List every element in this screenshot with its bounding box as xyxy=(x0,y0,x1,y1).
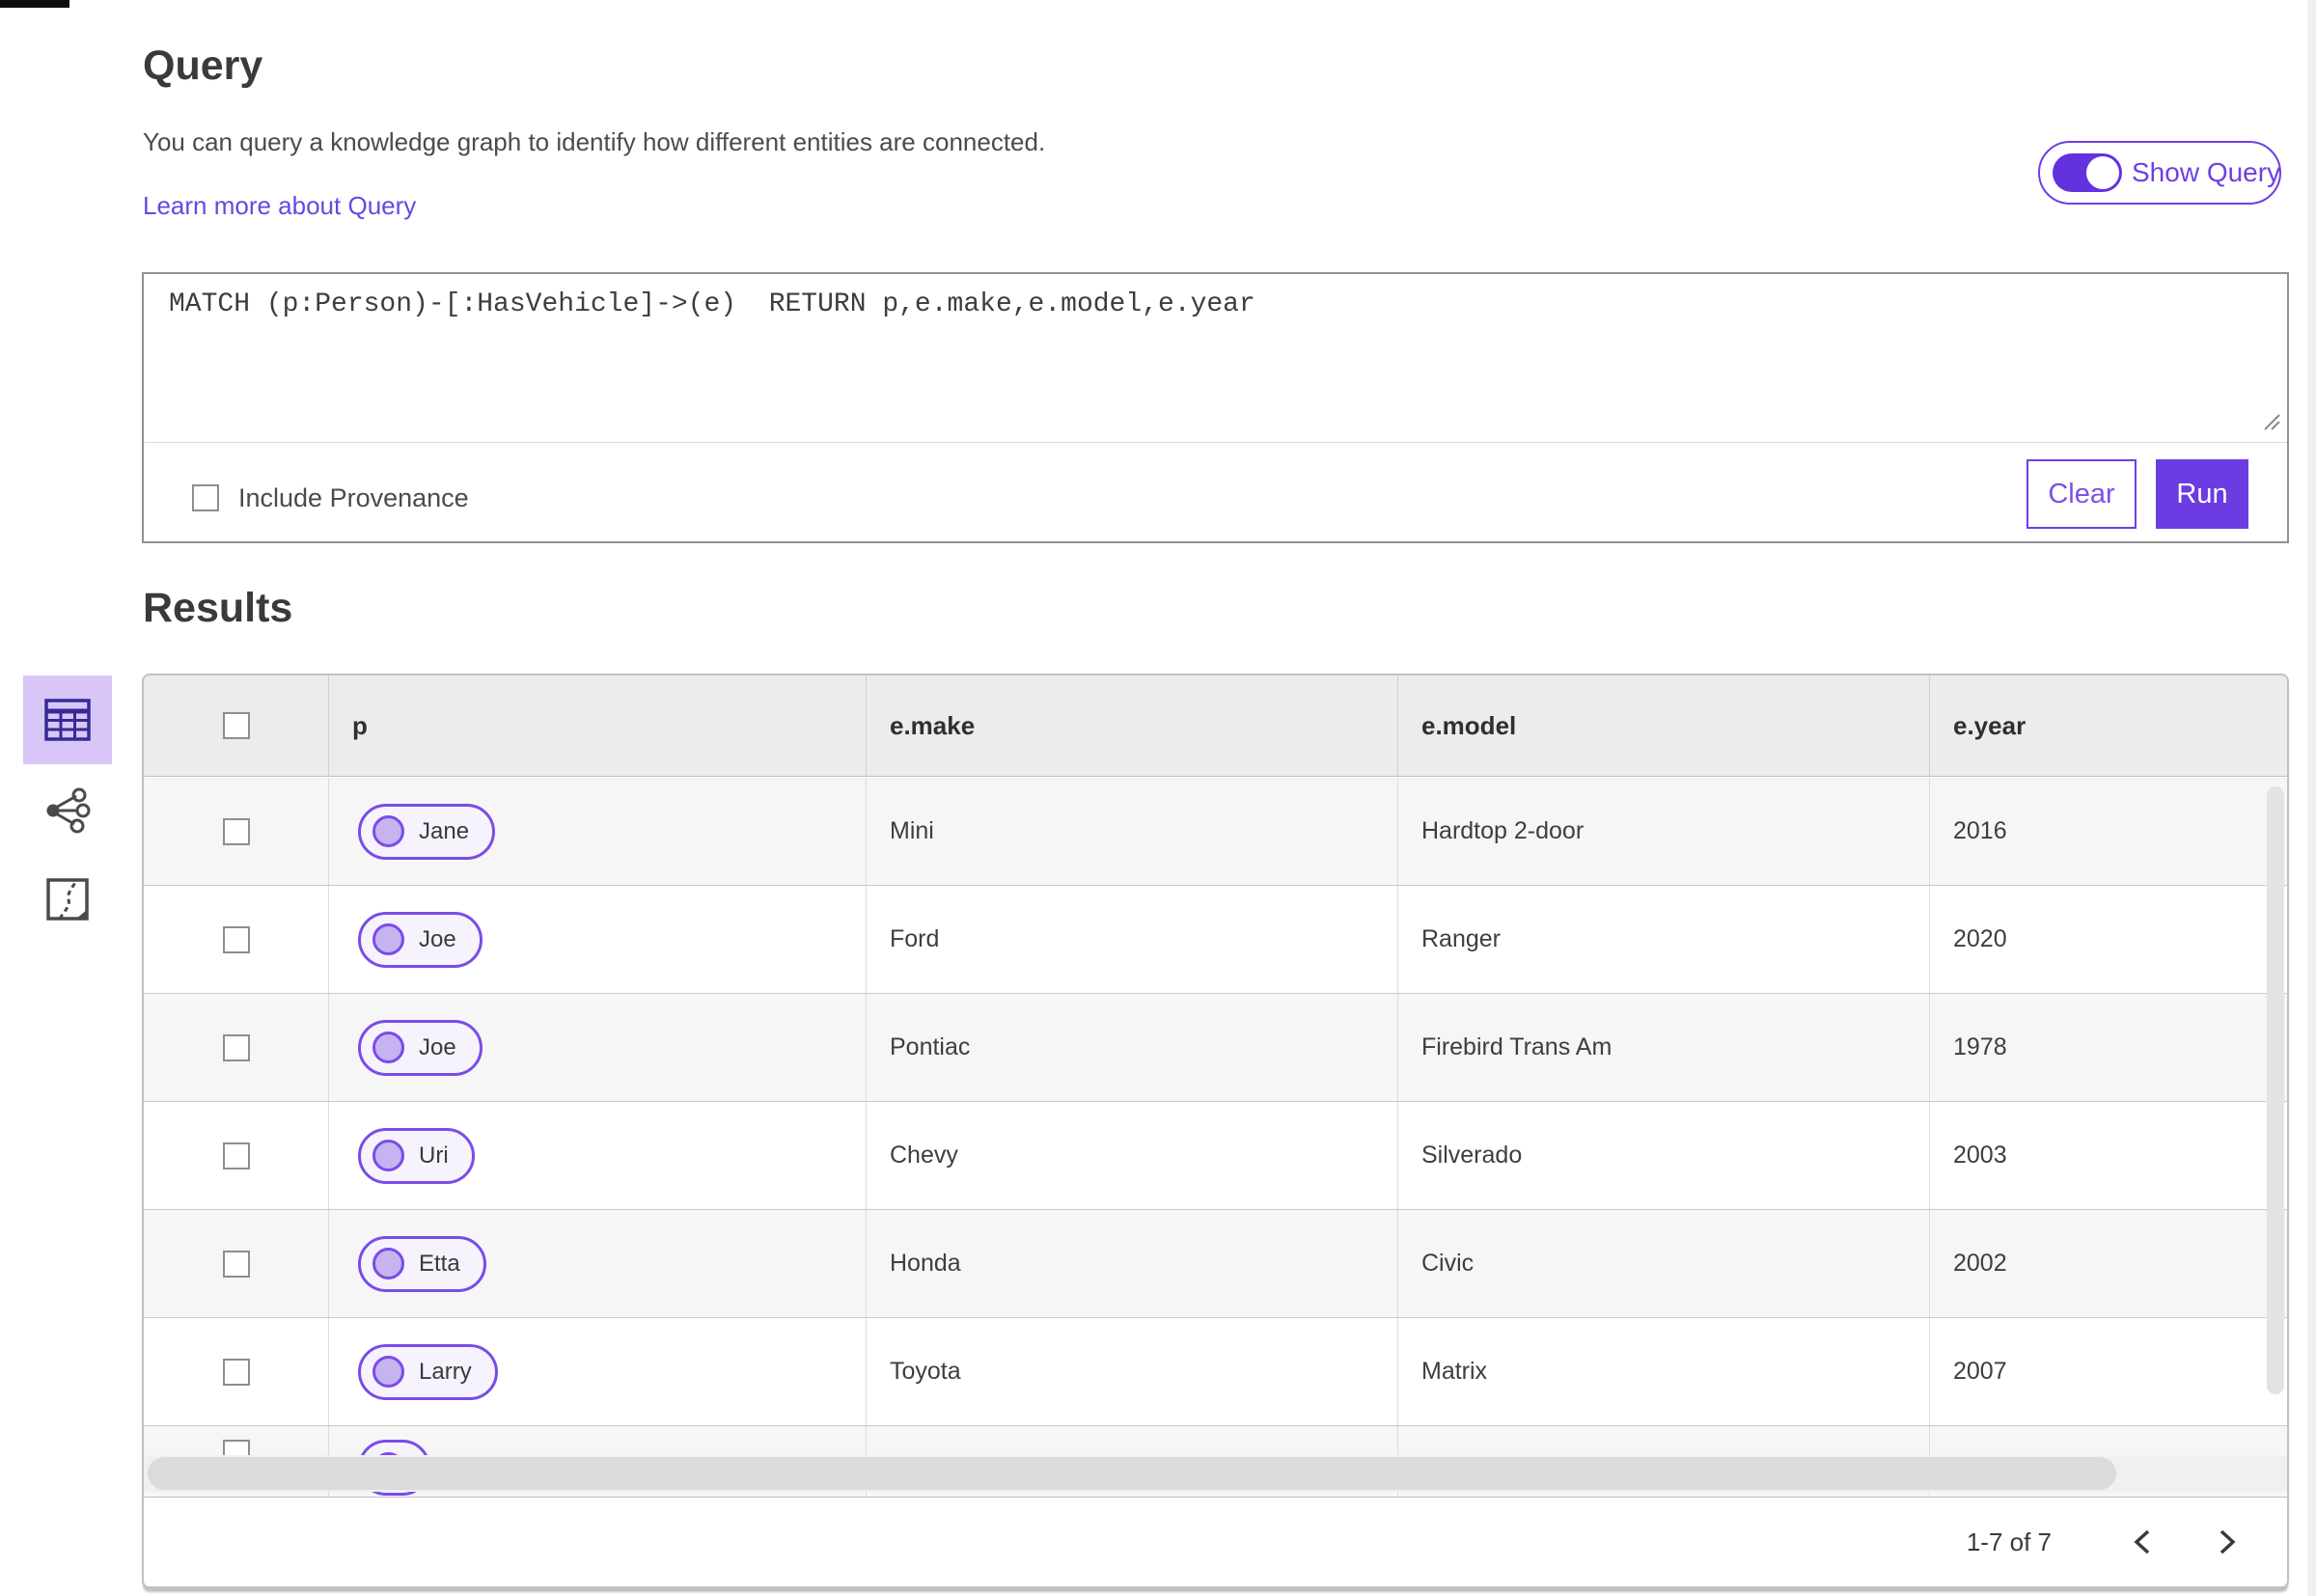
table-row: Joe Pontiac Firebird Trans Am 1978 xyxy=(144,994,2287,1102)
cell-e-model: Ranger xyxy=(1398,886,1930,993)
entity-pill[interactable]: Jane xyxy=(358,803,496,860)
cell-e-make: Ford xyxy=(867,886,1398,993)
cell-e-model: Matrix xyxy=(1398,1318,1930,1425)
table-row: Larry Toyota Matrix 2007 xyxy=(144,1318,2287,1426)
show-query-toggle[interactable]: Show Query xyxy=(2038,141,2281,205)
entity-node-icon xyxy=(372,1032,404,1063)
entity-node-icon xyxy=(372,1140,404,1171)
panel-divider xyxy=(144,442,2287,443)
entity-pill-label: Etta xyxy=(419,1250,460,1277)
column-header-e-make[interactable]: e.make xyxy=(867,675,1398,776)
table-grid-icon xyxy=(44,699,91,741)
link-chart-view-button[interactable] xyxy=(23,778,112,843)
cell-e-year: 2007 xyxy=(1953,1358,2007,1385)
entity-pill-label: Joe xyxy=(419,1033,456,1060)
resize-handle-icon[interactable] xyxy=(2261,411,2282,432)
entity-node-icon xyxy=(372,815,404,847)
table-view-button[interactable] xyxy=(23,675,112,764)
table-row: Uri Chevy Silverado 2003 xyxy=(144,1102,2287,1210)
map-icon xyxy=(46,878,89,921)
window-edge-bar xyxy=(0,0,69,8)
entity-pill-label: Uri xyxy=(419,1142,449,1169)
cell-e-make: Mini xyxy=(867,778,1398,885)
column-header-e-model[interactable]: e.model xyxy=(1398,675,1930,776)
cell-e-year: 2002 xyxy=(1953,1250,2007,1277)
entity-pill-label: Jane xyxy=(419,817,470,844)
include-provenance-control[interactable]: Include Provenance xyxy=(192,463,469,533)
table-row: Etta Honda Civic 2002 xyxy=(144,1210,2287,1318)
clear-button[interactable]: Clear xyxy=(2026,459,2137,529)
table-row: Jane Mini Hardtop 2-door 2016 xyxy=(144,778,2287,886)
include-provenance-checkbox[interactable] xyxy=(192,484,219,511)
row-checkbox[interactable] xyxy=(222,1033,250,1061)
entity-node-icon xyxy=(372,923,404,955)
vertical-scrollbar-thumb[interactable] xyxy=(2267,786,2284,1394)
query-section-title: Query xyxy=(143,42,263,89)
show-query-label: Show Query xyxy=(2132,157,2281,187)
entity-node-icon xyxy=(372,1248,404,1280)
entity-pill[interactable]: Uri xyxy=(358,1127,475,1184)
next-page-button[interactable] xyxy=(2206,1521,2248,1563)
cell-e-year: 2020 xyxy=(1953,925,2007,952)
column-header-p[interactable]: p xyxy=(329,675,867,776)
select-all-checkbox[interactable] xyxy=(222,712,250,739)
entity-pill-label: Joe xyxy=(419,925,456,952)
query-editor-panel: MATCH (p:Person)-[:HasVehicle]->(e) RETU… xyxy=(142,272,2289,543)
cell-e-year: 2016 xyxy=(1953,817,2007,844)
include-provenance-label: Include Provenance xyxy=(238,482,469,512)
chevron-right-icon xyxy=(2220,1529,2236,1555)
cell-e-make: Toyota xyxy=(867,1318,1398,1425)
query-textarea[interactable]: MATCH (p:Person)-[:HasVehicle]->(e) RETU… xyxy=(169,289,1255,319)
run-button[interactable]: Run xyxy=(2156,459,2248,529)
cell-e-year: 1978 xyxy=(1953,1033,2007,1060)
toggle-knob[interactable] xyxy=(2086,156,2119,189)
pagination-bar: 1-7 of 7 xyxy=(144,1497,2287,1586)
results-table-card: p e.make e.model e.year Jane Mini Hardto… xyxy=(142,674,2289,1588)
entity-node-icon xyxy=(372,1356,404,1388)
pagination-range-label: 1-7 of 7 xyxy=(1966,1527,2052,1556)
select-all-header-cell xyxy=(144,675,329,776)
column-header-e-year[interactable]: e.year xyxy=(1930,675,2287,776)
table-row: Joe Ford Ranger 2020 xyxy=(144,886,2287,994)
page-scrollbar[interactable] xyxy=(2307,0,2316,1596)
cell-e-model: Firebird Trans Am xyxy=(1398,994,1930,1101)
entity-pill[interactable]: Joe xyxy=(358,1019,482,1076)
row-checkbox[interactable] xyxy=(222,1142,250,1169)
cell-e-model: Silverado xyxy=(1398,1102,1930,1209)
link-chart-icon xyxy=(46,787,91,834)
learn-more-link[interactable]: Learn more about Query xyxy=(143,191,416,221)
horizontal-scrollbar-thumb[interactable] xyxy=(148,1457,2116,1490)
table-body: Jane Mini Hardtop 2-door 2016 Joe Ford R… xyxy=(144,778,2287,1497)
entity-pill[interactable]: Joe xyxy=(358,911,482,968)
map-view-button[interactable] xyxy=(23,867,112,932)
cell-e-model: Civic xyxy=(1398,1210,1930,1317)
cell-e-make: Pontiac xyxy=(867,994,1398,1101)
row-checkbox[interactable] xyxy=(222,1250,250,1278)
row-checkbox[interactable] xyxy=(222,1358,250,1386)
results-section-title: Results xyxy=(143,585,293,631)
entity-pill-label: Larry xyxy=(419,1358,472,1385)
cell-e-year: 2003 xyxy=(1953,1142,2007,1169)
entity-pill[interactable]: Larry xyxy=(358,1343,498,1400)
table-header-row: p e.make e.model e.year xyxy=(144,675,2287,777)
row-checkbox[interactable] xyxy=(222,817,250,845)
cell-e-make: Honda xyxy=(867,1210,1398,1317)
row-checkbox[interactable] xyxy=(222,925,250,953)
cell-e-make: Chevy xyxy=(867,1102,1398,1209)
entity-pill[interactable]: Etta xyxy=(358,1235,486,1292)
query-description: You can query a knowledge graph to ident… xyxy=(143,127,1046,156)
previous-page-button[interactable] xyxy=(2121,1521,2164,1563)
cell-e-model: Hardtop 2-door xyxy=(1398,778,1930,885)
knowledge-graph-query-page: Query You can query a knowledge graph to… xyxy=(0,0,2316,1596)
chevron-left-icon xyxy=(2134,1529,2150,1555)
toggle-switch-icon[interactable] xyxy=(2053,153,2122,192)
